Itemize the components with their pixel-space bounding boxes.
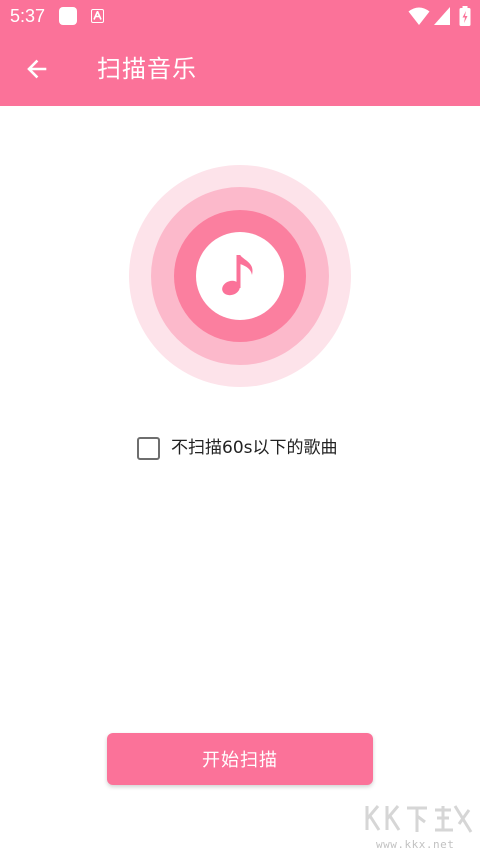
skip-short-songs-checkbox[interactable]: [137, 436, 160, 460]
start-scan-label: 开始扫描: [202, 750, 278, 771]
page-title: 扫描音乐: [97, 55, 197, 83]
kkx-watermark-logo: www.kkx.net: [361, 800, 479, 852]
arrow-back-icon: [27, 59, 47, 79]
notification-square-icon: [59, 7, 77, 25]
back-button[interactable]: [14, 46, 60, 92]
a-app-icon: [91, 9, 104, 23]
skip-short-songs-option[interactable]: 不扫描60s以下的歌曲: [137, 434, 338, 462]
music-note-icon: [222, 255, 253, 296]
toolbar: 扫描音乐: [0, 33, 480, 106]
start-scan-button[interactable]: 开始扫描: [107, 733, 373, 785]
battery-charging-icon: [459, 6, 471, 26]
status-bar: 5:37: [0, 0, 480, 33]
watermark-url: www.kkx.net: [376, 838, 455, 851]
signal-icon: [434, 7, 450, 25]
music-illustration: [129, 165, 351, 387]
watermark-logo-graphic: [365, 805, 473, 833]
skip-short-songs-label: 不扫描60s以下的歌曲: [171, 438, 338, 458]
status-time: 5:37: [10, 6, 46, 26]
wifi-icon: [408, 7, 430, 25]
music-center-circle: [196, 232, 284, 320]
